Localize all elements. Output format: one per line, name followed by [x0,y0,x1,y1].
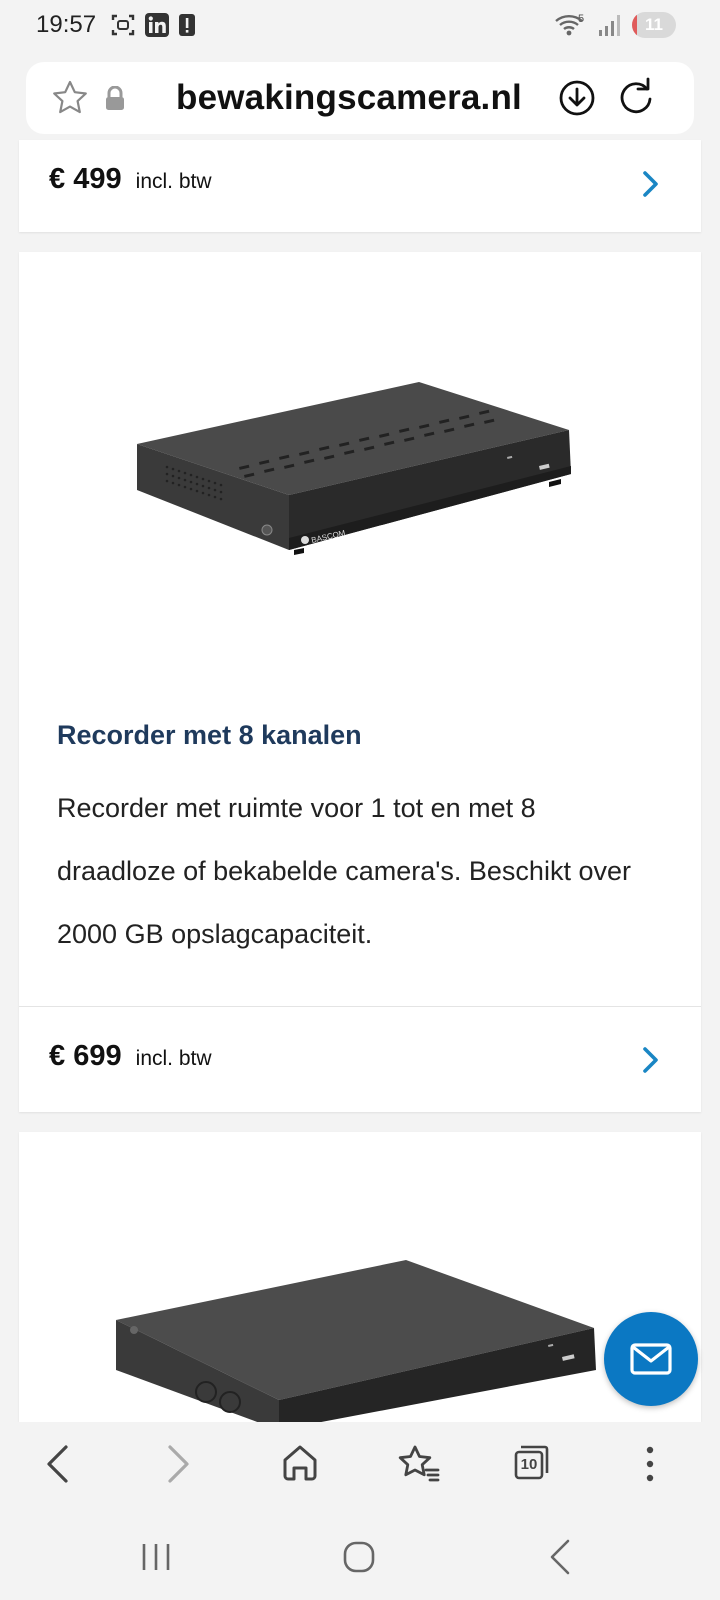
more-icon[interactable] [644,1444,656,1484]
forward-icon[interactable] [166,1444,192,1484]
url-bar[interactable]: bewakingscamera.nl [26,62,694,134]
alert-icon [179,14,195,36]
product-image[interactable] [114,1260,624,1422]
signal-icon [599,15,620,36]
status-icons-left [110,12,196,38]
linkedin-icon [145,13,169,37]
battery-icon: 11 [632,12,676,38]
star-icon[interactable] [51,79,89,117]
wifi-icon: 5 [555,13,584,36]
home-circle-icon[interactable] [342,1540,376,1574]
price-suffix: incl. btw [135,170,212,193]
download-icon[interactable] [558,79,596,117]
back-icon[interactable] [44,1444,70,1484]
wifi-badge: 5 [578,13,584,25]
system-back-icon[interactable] [548,1538,572,1576]
price: € 499 incl. btw [49,163,212,196]
price: € 699 incl. btw [49,1040,212,1073]
status-icons-right: 5 11 [554,12,676,38]
price-row[interactable]: € 499 incl. btw [19,140,701,230]
product-title[interactable]: Recorder met 8 kanalen [57,720,362,751]
product-image[interactable]: BASCOM [129,372,599,582]
product-card-next[interactable] [19,1132,701,1422]
price-row[interactable]: € 699 incl. btw [19,1008,701,1112]
price-value: 499 [73,163,122,195]
product-description: Recorder met ruimte voor 1 tot en met 8 … [57,793,631,949]
browser-toolbar: 10 [0,1422,720,1510]
mail-icon [630,1343,672,1375]
reload-icon[interactable] [616,77,656,117]
product-card-previous: € 499 incl. btw [19,140,701,232]
lock-icon [106,86,124,110]
product-card[interactable]: BASCOM Recorder met 8 kanalen Recorder m… [19,252,701,1112]
price-symbol: € [49,163,66,195]
screenshot-icon [111,14,135,36]
price-symbol: € [49,1040,66,1072]
recents-icon[interactable] [140,1542,172,1572]
tabs-icon[interactable]: 10 [514,1444,550,1480]
home-icon[interactable] [282,1444,318,1482]
tab-count: 10 [520,1456,538,1473]
contact-mail-button[interactable] [604,1312,698,1406]
battery-level: 11 [645,15,663,34]
chevron-right-icon[interactable] [641,170,661,198]
price-suffix: incl. btw [135,1047,212,1070]
battery-fill [632,12,637,38]
divider [19,1006,701,1007]
price-value: 699 [73,1040,122,1072]
chevron-right-icon[interactable] [641,1046,661,1074]
status-time: 19:57 [36,11,97,38]
bookmarks-icon[interactable] [398,1444,440,1484]
status-bar: 19:57 5 11 [0,0,720,56]
url-text[interactable]: bewakingscamera.nl [176,78,522,118]
system-navigation-bar [0,1510,720,1600]
